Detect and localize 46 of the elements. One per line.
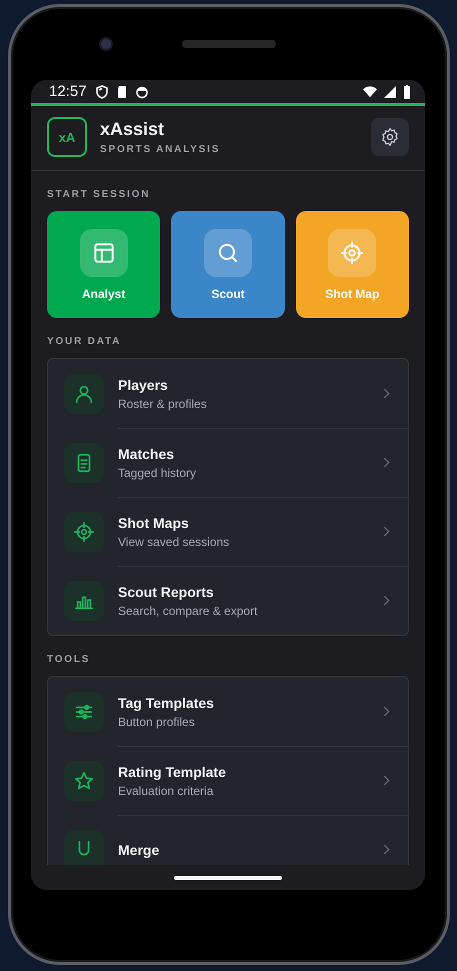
status-time: 12:57 xyxy=(49,83,87,100)
chevron-right-icon xyxy=(383,388,390,399)
list-item[interactable]: Shot Maps View saved sessions xyxy=(48,497,408,566)
shield-icon xyxy=(94,84,109,98)
item-subtitle: Evaluation criteria xyxy=(118,784,214,798)
camera-icon xyxy=(99,37,113,51)
section-heading: YOUR DATA xyxy=(47,336,122,347)
list-item[interactable]: Merge xyxy=(48,815,408,865)
target-icon xyxy=(73,520,95,542)
target-icon xyxy=(339,240,366,266)
item-subtitle: Tagged history xyxy=(118,466,198,480)
item-subtitle: Roster & profiles xyxy=(118,396,208,410)
app-subtitle: SPORTS ANALYSIS xyxy=(100,144,222,155)
chevron-right-icon xyxy=(383,844,390,855)
list-item[interactable]: Tag Templates Button profiles xyxy=(48,677,408,746)
list-item[interactable]: Rating Template Evaluation criteria xyxy=(48,746,408,815)
session-tile[interactable]: Scout xyxy=(171,211,285,318)
app-title: xAssist xyxy=(100,119,166,140)
item-subtitle: View saved sessions xyxy=(118,534,230,548)
list-item[interactable]: Scout Reports Search, compare & export xyxy=(48,566,408,635)
settings-icon xyxy=(380,127,400,147)
section-heading: START SESSION xyxy=(47,189,152,200)
chevron-right-icon xyxy=(383,457,390,468)
item-title: Matches xyxy=(118,446,176,462)
chevron-right-icon xyxy=(383,706,390,717)
settings-button[interactable] xyxy=(371,118,409,156)
signal-icon xyxy=(383,84,397,98)
star-icon xyxy=(73,770,95,792)
item-title: Rating Template xyxy=(118,764,227,780)
item-title: Players xyxy=(118,376,169,392)
list-item[interactable]: Matches Tagged history xyxy=(48,428,408,497)
chevron-right-icon xyxy=(383,775,390,786)
app-logo: xA xyxy=(47,117,87,157)
chevron-right-icon xyxy=(383,526,390,537)
home-indicator[interactable] xyxy=(174,876,282,880)
section-heading: TOOLS xyxy=(47,654,92,665)
wifi-icon xyxy=(363,84,377,98)
list-item[interactable]: Players Roster & profiles xyxy=(48,359,408,428)
item-subtitle: Button profiles xyxy=(118,714,196,728)
item-title: Tag Templates xyxy=(118,694,215,710)
battery-icon xyxy=(403,84,411,98)
item-title: Scout Reports xyxy=(118,584,215,600)
item-subtitle: Search, compare & export xyxy=(118,604,258,618)
item-title: Shot Maps xyxy=(118,514,190,530)
chevron-right-icon xyxy=(383,595,390,606)
item-title: Merge xyxy=(118,842,160,858)
